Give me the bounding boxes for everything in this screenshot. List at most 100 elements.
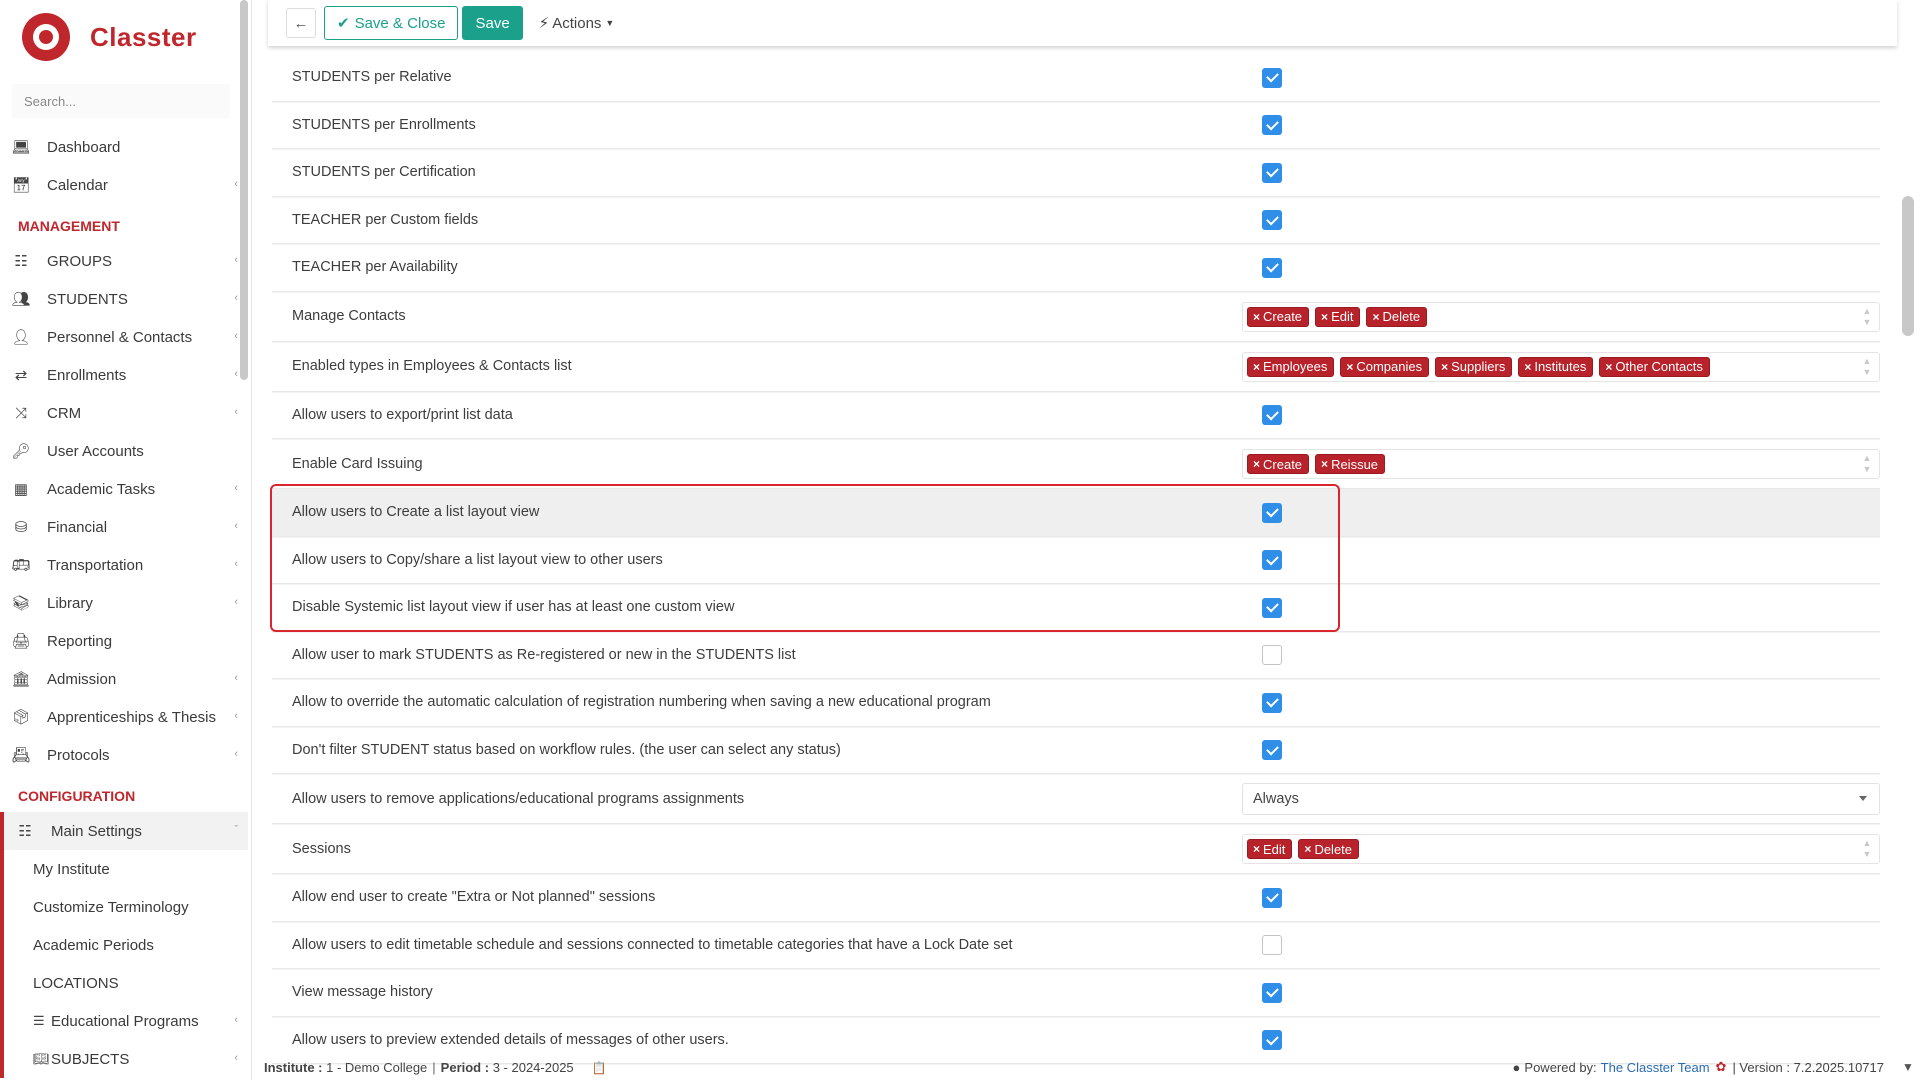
multiselect-tags[interactable]: × Employees × Companies × Suppliers × Institute… [1242,351,1880,382]
sidebar-item-reporting[interactable]: 🖨︎ Reporting [0,622,248,660]
setting-checkbox[interactable] [1262,502,1282,523]
tag-chip[interactable]: × Edit [1247,839,1293,859]
period-value: 3 - 2024-2025 [492,1060,574,1075]
setting-checkbox[interactable] [1262,162,1282,183]
period-label: Period : [440,1060,490,1075]
tag-chip[interactable]: × Employees [1247,356,1335,377]
institute-value: 1 - Demo College [326,1060,428,1075]
sidebar-item-enrollments[interactable]: ⇄ Enrollments ‹ [0,356,248,394]
setting-checkbox[interactable] [1262,692,1282,713]
remove-tag-icon[interactable]: × [1346,360,1353,374]
setting-label: Disable Systemic list layout view if use… [292,599,735,616]
sidebar-item-protocols[interactable]: 📇︎ Protocols ‹ [0,736,248,774]
toolbar: ← ✔ Save & Close Save ⚡︎ Actions ▼ [268,0,1897,46]
tag-chip[interactable]: × Institutes [1518,356,1594,377]
chevron-left-icon: ‹ [234,558,238,570]
tag-chip[interactable]: × Reissue [1315,454,1386,474]
sidebar-item-admission[interactable]: 🏛︎ Admission ‹ [0,660,248,698]
sidebar-item-calendar[interactable]: 📅︎ Calendar ‹ [0,166,248,204]
scroll-arrows-icon[interactable]: ▲ ▼ [1861,356,1873,378]
sidebar-item-transportation[interactable]: 🚌︎ Transportation ‹ [0,546,248,584]
sidebar-subitem-locations[interactable]: LOCATIONS [4,964,248,1002]
setting-checkbox[interactable] [1262,115,1282,136]
sidebar-item-dashboard[interactable]: 💻︎ Dashboard [0,128,248,166]
remove-tag-icon[interactable]: × [1372,310,1379,324]
students-icon: 👥︎ [11,291,31,308]
remove-tag-icon[interactable]: × [1524,360,1531,374]
sidebar-item-crm[interactable]: ⤨ CRM ‹ [0,394,248,432]
remove-tag-icon[interactable]: × [1253,457,1260,471]
remove-tag-icon[interactable]: × [1304,842,1311,856]
sidebar-subitem-label: Educational Programs [51,1012,199,1030]
scroll-arrows-icon[interactable]: ▲ ▼ [1861,838,1873,860]
sidebar-item-label: Protocols [47,746,110,764]
search-input[interactable] [12,84,230,118]
tag-chip[interactable]: × Create [1247,306,1310,327]
sidebar-item-financial[interactable]: ⛁ Financial ‹ [0,508,248,546]
sidebar-item-academic-tasks[interactable]: ▦ Academic Tasks ‹ [0,470,248,508]
scroll-arrows-icon[interactable]: ▲ ▼ [1861,453,1873,475]
sidebar-item-groups[interactable]: ☷ GROUPS ‹ [0,242,248,280]
sidebar-subitem-my-institute[interactable]: My Institute [4,850,248,888]
sidebar-subitem-customize-terminology[interactable]: Customize Terminology [4,888,248,926]
sidebar-subitem-subjects[interactable]: 📖︎ SUBJECTS ‹ [4,1040,248,1078]
remove-tag-icon[interactable]: × [1321,457,1328,471]
sidebar-item-apprenticeships-thesis[interactable]: 📦︎ Apprenticeships & Thesis ‹ [0,698,248,736]
tag-label: Other Contacts [1615,359,1703,374]
setting-checkbox[interactable] [1262,982,1282,1003]
setting-row: TEACHER per Custom fields [272,197,1880,244]
tag-chip[interactable]: × Edit [1315,306,1361,327]
scroll-down-arrow-icon[interactable]: ▼ [1902,1060,1914,1074]
remove-tag-icon[interactable]: × [1253,360,1260,374]
back-button[interactable]: ← [286,8,316,38]
page-scrollbar[interactable] [1902,196,1914,336]
sidebar-subitem-educational-programs[interactable]: ☰ Educational Programs ‹ [4,1002,248,1040]
scroll-arrows-icon[interactable]: ▲ ▼ [1861,306,1873,328]
remove-tag-icon[interactable]: × [1605,360,1612,374]
tag-chip[interactable]: × Delete [1366,306,1428,327]
tag-chip[interactable]: × Companies [1340,356,1430,377]
sidebar-item-students[interactable]: 👥︎ STUDENTS ‹ [0,280,248,318]
setting-checkbox[interactable] [1262,1030,1282,1051]
footer: Institute : 1 - Demo College | Period : … [264,1055,1894,1080]
remove-tag-icon[interactable]: × [1253,842,1260,856]
setting-select[interactable]: Always [1242,783,1880,815]
tag-chip[interactable]: × Other Contacts [1599,356,1710,377]
actions-dropdown[interactable]: ⚡︎ Actions ▼ [532,6,621,40]
copy-icon[interactable]: 📋 [592,1061,607,1075]
sidebar-subitem-academic-periods[interactable]: Academic Periods [4,926,248,964]
setting-row: Don't filter STUDENT status based on wor… [272,727,1880,774]
logo[interactable]: Classter [22,10,197,64]
setting-checkbox[interactable] [1262,550,1282,571]
setting-checkbox[interactable] [1262,257,1282,278]
tag-label: Suppliers [1451,359,1506,374]
sidebar-scrollbar[interactable] [240,0,248,380]
setting-checkbox[interactable] [1262,597,1282,618]
setting-checkbox[interactable] [1262,645,1282,666]
remove-tag-icon[interactable]: × [1441,360,1448,374]
multiselect-tags[interactable]: × Create × Reissue ▲ ▼ [1242,449,1880,479]
setting-label: Allow users to Copy/share a list layout … [292,551,663,568]
setting-label: View message history [292,984,433,1001]
tag-chip[interactable]: × Suppliers [1435,356,1513,377]
setting-checkbox[interactable] [1262,210,1282,231]
remove-tag-icon[interactable]: × [1253,310,1260,324]
setting-checkbox[interactable] [1262,67,1282,88]
setting-checkbox[interactable] [1262,740,1282,761]
classter-team-link[interactable]: The Classter Team [1601,1060,1710,1075]
tag-chip[interactable]: × Delete [1298,839,1360,859]
sidebar-item-main-settings[interactable]: ☷ Main Settings ˇ [4,812,248,850]
save-close-button[interactable]: ✔ Save & Close [324,6,459,40]
sidebar-item-user-accounts[interactable]: 🔑︎ User Accounts [0,432,248,470]
setting-checkbox[interactable] [1262,935,1282,956]
sidebar-item-personnel-contacts[interactable]: 👤︎ Personnel & Contacts ‹ [0,318,248,356]
multiselect-tags[interactable]: × Edit × Delete ▲ ▼ [1242,834,1880,864]
remove-tag-icon[interactable]: × [1321,310,1328,324]
tag-chip[interactable]: × Create [1247,454,1310,474]
save-button[interactable]: Save [462,6,523,40]
setting-checkbox[interactable] [1262,405,1282,426]
setting-checkbox[interactable] [1262,887,1282,908]
multiselect-tags[interactable]: × Create × Edit × Delete ▲ ▼ [1242,301,1880,332]
institute-label: Institute : [264,1060,323,1075]
sidebar-item-library[interactable]: 📚︎ Library ‹ [0,584,248,622]
